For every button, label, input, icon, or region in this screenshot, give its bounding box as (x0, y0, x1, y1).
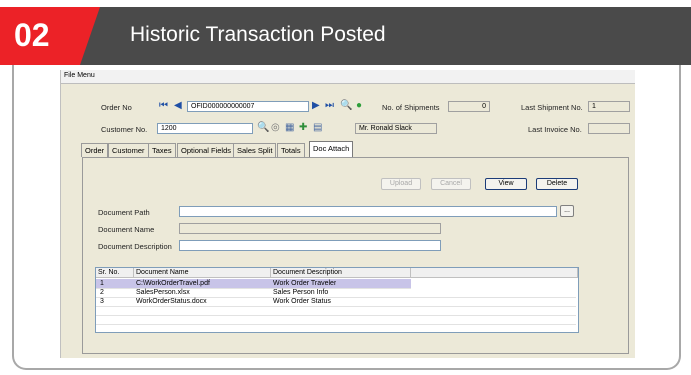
document-description-label: Document Description (98, 242, 172, 251)
tab-doc-attach[interactable]: Doc Attach (309, 141, 354, 157)
column-header-empty (411, 268, 578, 278)
document-path-field[interactable] (179, 206, 557, 217)
row-document-name: SalesPerson.xlsx (136, 289, 190, 296)
tab-customer[interactable]: Customer (108, 143, 149, 157)
last-invoice-field (588, 123, 630, 134)
customer-no-label: Customer No. (101, 125, 148, 134)
row-document-name: WorkOrderStatus.docx (136, 298, 207, 305)
row-document-name: C:\WorkOrderTravel.pdf (136, 280, 210, 287)
shipments-label: No. of Shipments (382, 103, 440, 112)
file-menu[interactable]: File Menu (64, 72, 95, 79)
cancel-button[interactable]: Cancel (431, 178, 471, 190)
tab-totals[interactable]: Totals (277, 143, 305, 157)
column-header-document-description: Document Description (271, 268, 411, 278)
table-row-empty (96, 315, 576, 325)
last-shipment-field: 1 (588, 101, 630, 112)
row-document-description: Work Order Traveler (273, 280, 337, 287)
row-document-description: Sales Person Info (273, 289, 329, 296)
banner-title: Historic Transaction Posted (130, 23, 386, 46)
customer-no-field[interactable]: 1200 (157, 123, 253, 134)
row-document-description: Work Order Status (273, 298, 331, 305)
order-no-field[interactable]: OFID000000000007 (187, 101, 309, 112)
tab-order[interactable]: Order (81, 143, 109, 157)
column-header-sr-no: Sr. No. (96, 268, 134, 278)
step-badge: 02 (0, 7, 100, 65)
customer-search-icon[interactable]: 🔍 (257, 123, 269, 133)
refresh-icon[interactable]: ◎ (271, 123, 280, 133)
next-record-icon[interactable]: ▶ (312, 101, 320, 111)
customer-detail-icon[interactable]: ✚ (299, 123, 307, 133)
customer-name-field: Mr. Ronald Slack (355, 123, 437, 134)
view-button[interactable]: View (485, 178, 527, 190)
document-icon[interactable]: ▤ (313, 123, 322, 133)
tab-sales-split[interactable]: Sales Split (233, 143, 277, 157)
new-record-icon[interactable]: ● (356, 101, 362, 111)
first-record-icon[interactable]: ⏮ (159, 101, 168, 111)
order-no-label: Order No (101, 103, 132, 112)
row-sr-no: 2 (100, 289, 104, 296)
banner: 02 Historic Transaction Posted (0, 7, 691, 65)
app-window: File Menu Order No ⏮ ◀ OFID000000000007 … (60, 70, 635, 358)
tab-optional-fields[interactable]: Optional Fields (177, 143, 236, 157)
calendar-icon[interactable]: ▦ (285, 123, 294, 133)
last-shipment-label: Last Shipment No. (521, 103, 583, 112)
previous-record-icon[interactable]: ◀ (174, 101, 182, 111)
document-name-label: Document Name (98, 225, 155, 234)
menu-bar: File Menu (61, 70, 635, 84)
tab-taxes[interactable]: Taxes (148, 143, 176, 157)
row-sr-no: 1 (100, 280, 104, 287)
doc-attach-panel: Upload Cancel View Delete Document Path … (82, 157, 629, 354)
documents-table: Sr. No. Document Name Document Descripti… (95, 267, 579, 333)
search-icon[interactable]: 🔍 (340, 101, 352, 111)
document-path-label: Document Path (98, 208, 150, 217)
last-record-icon[interactable]: ⏭ (325, 101, 334, 111)
step-number: 02 (14, 17, 50, 53)
document-description-field[interactable] (179, 240, 441, 251)
document-name-field (179, 223, 441, 234)
upload-button[interactable]: Upload (381, 178, 421, 190)
row-sr-no: 3 (100, 298, 104, 305)
shipments-field: 0 (448, 101, 490, 112)
column-header-document-name: Document Name (134, 268, 271, 278)
delete-button[interactable]: Delete (536, 178, 578, 190)
browse-button[interactable]: ... (560, 205, 574, 217)
last-invoice-label: Last Invoice No. (528, 125, 582, 134)
